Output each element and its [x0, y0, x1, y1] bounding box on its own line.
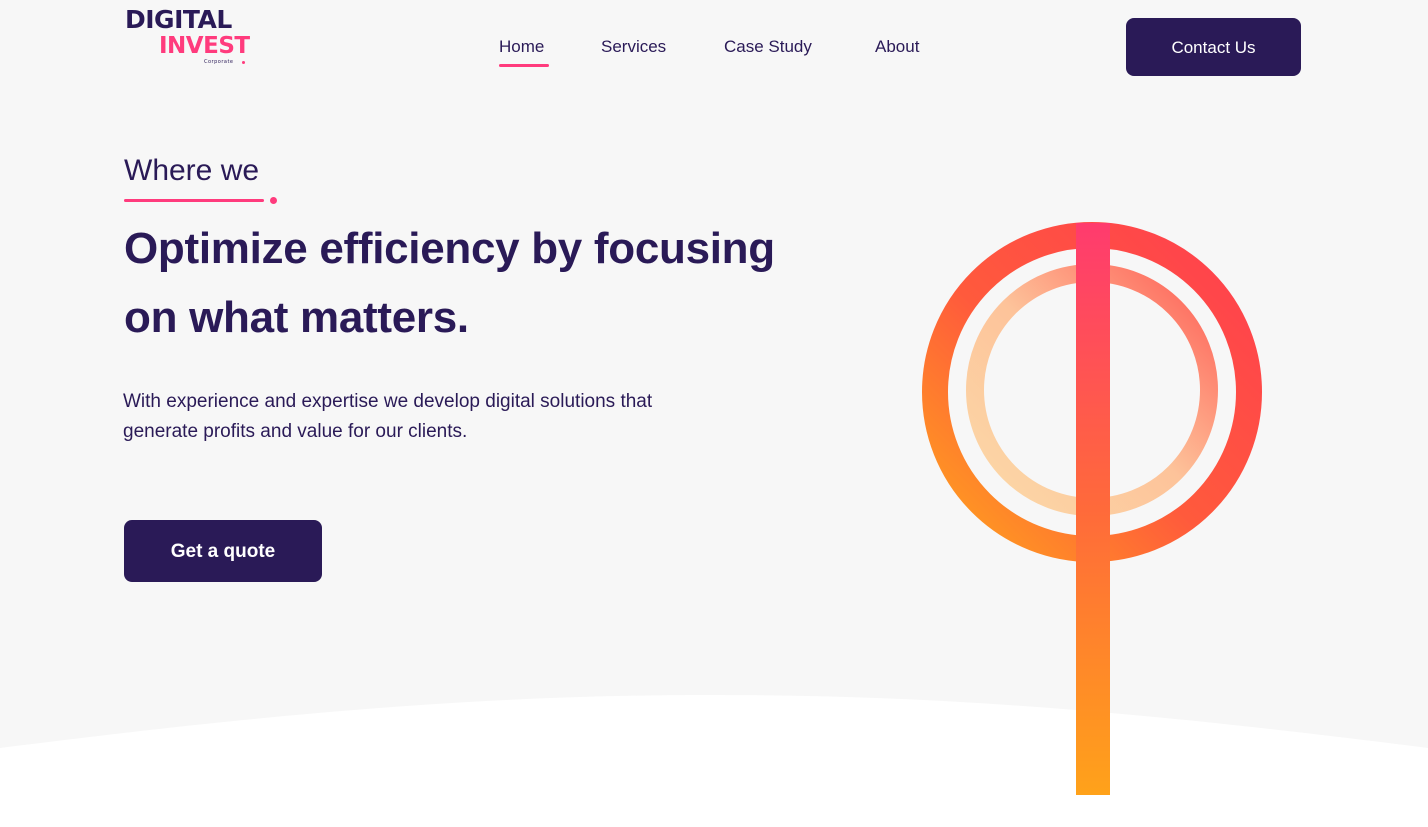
get-a-quote-button[interactable]: Get a quote [124, 520, 322, 582]
nav-item-about[interactable]: About [875, 36, 919, 58]
brand-logo-dot [242, 61, 245, 64]
brand-logo-line1: DIGITAL [125, 5, 232, 34]
brand-logo-tagline: Corporate [204, 59, 234, 65]
nav-item-home[interactable]: Home [499, 36, 544, 58]
contact-us-button[interactable]: Contact Us [1126, 18, 1301, 76]
hero-eyebrow: Where we [124, 154, 260, 187]
hero-eyebrow-dot [270, 197, 277, 204]
hero-headline: Optimize efficiency by focusing on what … [124, 224, 775, 342]
hero-subtext: With experience and expertise we develop… [123, 391, 653, 442]
brand-logo-line2: INVEST [159, 33, 250, 59]
brand-logo[interactable]: DIGITAL INVEST Corporate [125, 6, 255, 66]
nav-active-indicator [499, 64, 549, 67]
phi-symbol-illustration-icon [922, 222, 1262, 795]
nav-item-services[interactable]: Services [601, 36, 666, 58]
hero-eyebrow-underline [124, 199, 264, 202]
nav-item-case-study[interactable]: Case Study [724, 36, 812, 58]
